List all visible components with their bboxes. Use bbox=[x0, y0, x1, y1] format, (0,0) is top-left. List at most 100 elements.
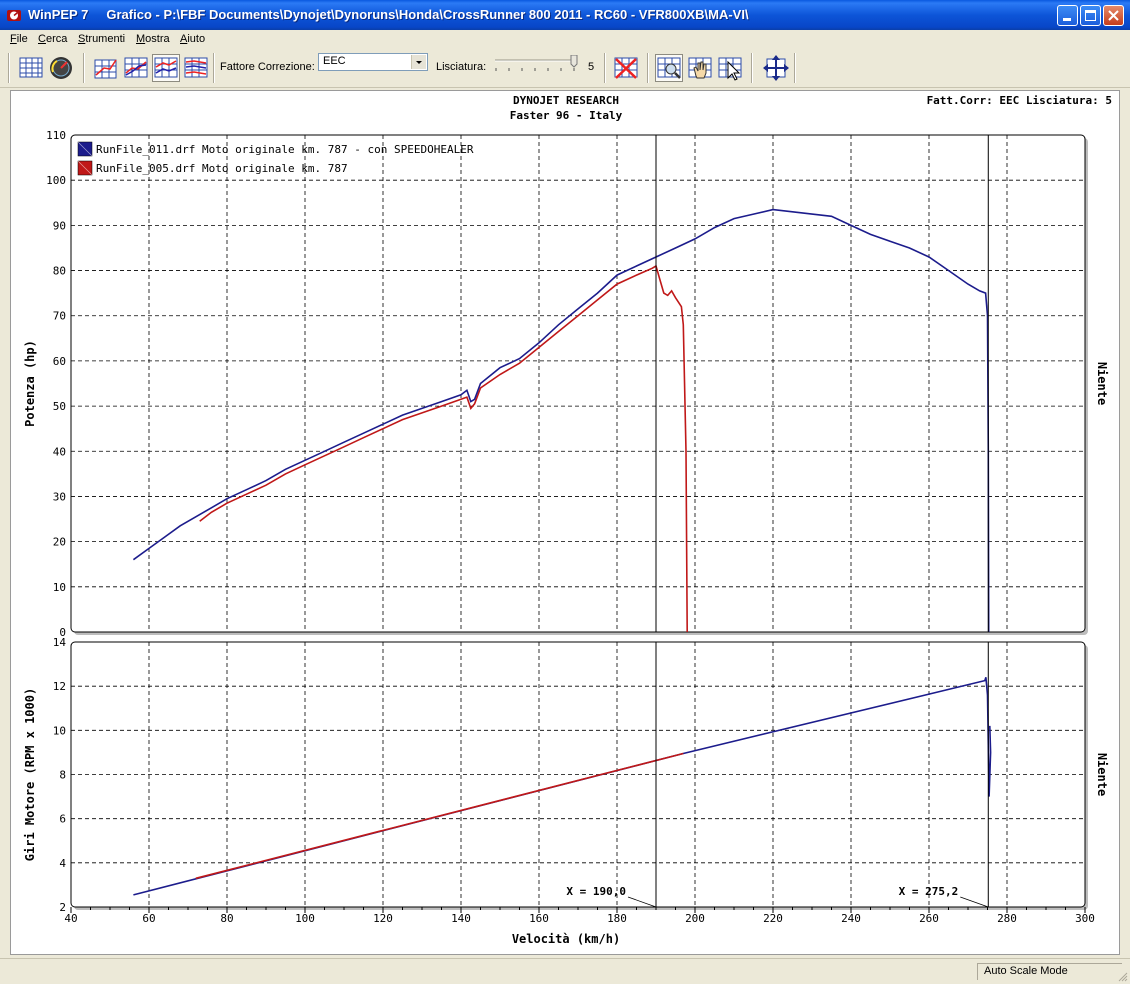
chart-multi-icon bbox=[184, 57, 208, 78]
chart-3d-icon bbox=[94, 59, 117, 79]
y-tick-label: 90 bbox=[53, 219, 66, 232]
dropdown-arrow-button[interactable] bbox=[411, 55, 426, 69]
right-axis-label: Niente bbox=[1095, 362, 1109, 405]
title-bar: WinPEP 7 Grafico - P:\FBF Documents\Dyno… bbox=[0, 0, 1130, 30]
winpep-app-icon bbox=[7, 10, 21, 21]
y-tick-label: 50 bbox=[53, 400, 66, 413]
x-tick-label: 40 bbox=[64, 912, 77, 925]
toolbar-separator bbox=[647, 53, 649, 83]
legend-label: RunFile_005.drf Moto originale km. 787 bbox=[96, 162, 348, 175]
dyno-chart: DYNOJET RESEARCH Faster 96 - Italy Fatt.Co… bbox=[23, 94, 1112, 946]
right-axis-label: Niente bbox=[1095, 753, 1109, 796]
x-tick-label: 300 bbox=[1075, 912, 1095, 925]
rpm-chart: 2468101214Giri Motore (RPM x 1000) Niente bbox=[23, 636, 1109, 914]
fattore-correzione-value: EEC bbox=[323, 55, 346, 67]
toolbar-separator bbox=[751, 53, 753, 83]
auto-scale-button[interactable] bbox=[762, 54, 790, 82]
y-tick-label: 60 bbox=[53, 355, 66, 368]
move-arrows-icon bbox=[763, 55, 789, 81]
resize-grip-icon[interactable] bbox=[1116, 970, 1128, 982]
menu-aiuto[interactable]: Aiuto bbox=[180, 33, 205, 45]
legend-label: RunFile_011.drf Moto originale km. 787 -… bbox=[96, 143, 474, 156]
delete-chart-icon bbox=[614, 57, 638, 79]
chart-type-4-button[interactable] bbox=[182, 54, 210, 82]
y-tick-label: 100 bbox=[46, 174, 66, 187]
minimize-button[interactable] bbox=[1057, 5, 1078, 26]
chart-header-subtitle: Faster 96 - Italy bbox=[510, 109, 623, 122]
chart-overlay-icon bbox=[154, 57, 178, 78]
menu-mostra[interactable]: Mostra bbox=[136, 33, 170, 45]
chart-panel: DYNOJET RESEARCH Faster 96 - Italy Fatt.Co… bbox=[10, 90, 1120, 955]
y-tick-label: 10 bbox=[53, 724, 66, 737]
chart-header-settings: Fatt.Corr: EEC Lisciatura: 5 bbox=[927, 94, 1112, 107]
select-tool-button[interactable] bbox=[716, 54, 744, 82]
x-tick-label: 220 bbox=[763, 912, 783, 925]
y-tick-label: 70 bbox=[53, 310, 66, 323]
y-tick-label: 10 bbox=[53, 581, 66, 594]
maximize-icon bbox=[1085, 10, 1096, 21]
chart-type-2-button[interactable] bbox=[122, 54, 150, 82]
clear-chart-button[interactable] bbox=[612, 54, 640, 82]
y-axis-title: Giri Motore (RPM x 1000) bbox=[23, 688, 37, 861]
x-tick-label: 160 bbox=[529, 912, 549, 925]
chart-line-icon bbox=[124, 57, 148, 78]
x-tick-label: 260 bbox=[919, 912, 939, 925]
y-tick-label: 80 bbox=[53, 265, 66, 278]
y-axis-title: Potenza (hp) bbox=[23, 340, 37, 427]
chart-header-title: DYNOJET RESEARCH bbox=[513, 94, 619, 107]
menu-file[interactable]: File bbox=[10, 33, 28, 45]
chevron-down-icon bbox=[416, 61, 422, 64]
zoom-tool-button[interactable] bbox=[655, 54, 683, 82]
x-axis-title: Velocità (km/h) bbox=[512, 932, 620, 946]
y-tick-label: 12 bbox=[53, 680, 66, 693]
chart-type-3-button[interactable] bbox=[152, 54, 180, 82]
pointer-chart-icon bbox=[718, 57, 742, 81]
x-tick-label: 80 bbox=[220, 912, 233, 925]
chart-type-1-button[interactable] bbox=[92, 54, 120, 82]
fattore-correzione-label: Fattore Correzione: bbox=[220, 61, 315, 73]
status-mode: Auto Scale Mode bbox=[977, 963, 1122, 980]
grid-chart-icon bbox=[19, 57, 43, 78]
grid-view-button[interactable] bbox=[17, 54, 45, 82]
x-tick-label: 280 bbox=[997, 912, 1017, 925]
fattore-correzione-select[interactable]: EEC bbox=[318, 53, 428, 71]
toolbar-separator bbox=[213, 53, 215, 83]
y-tick-label: 40 bbox=[53, 445, 66, 458]
hand-icon bbox=[688, 57, 712, 79]
zoom-chart-icon bbox=[657, 57, 681, 79]
cursor-a-label: X = 190,0 bbox=[566, 885, 626, 898]
status-bar: Auto Scale Mode bbox=[0, 958, 1130, 984]
x-tick-label: 100 bbox=[295, 912, 315, 925]
toolbar-separator bbox=[794, 53, 796, 83]
maximize-button[interactable] bbox=[1080, 5, 1101, 26]
window-title: WinPEP 7 Grafico - P:\FBF Documents\Dyno… bbox=[28, 7, 749, 22]
pan-tool-button[interactable] bbox=[686, 54, 714, 82]
x-tick-label: 120 bbox=[373, 912, 393, 925]
y-tick-label: 8 bbox=[59, 769, 66, 782]
power-chart-plot-area bbox=[70, 134, 1086, 633]
lisciatura-value: 5 bbox=[588, 61, 595, 73]
lisciatura-label: Lisciatura: bbox=[436, 61, 487, 73]
slider-thumb[interactable] bbox=[570, 55, 578, 68]
toolbar-separator bbox=[604, 53, 606, 83]
minimize-icon bbox=[1063, 18, 1071, 21]
y-tick-label: 30 bbox=[53, 490, 66, 503]
menu-strumenti[interactable]: Strumenti bbox=[78, 33, 125, 45]
x-tick-label: 140 bbox=[451, 912, 471, 925]
x-tick-label: 60 bbox=[142, 912, 155, 925]
power-chart: 0102030405060708090100110Potenza (hp) Nie… bbox=[23, 129, 1109, 639]
y-tick-label: 4 bbox=[59, 857, 66, 870]
lisciatura-slider[interactable] bbox=[493, 55, 579, 75]
close-icon bbox=[1108, 10, 1119, 21]
y-tick-label: 20 bbox=[53, 536, 66, 549]
toolbar-separator bbox=[83, 53, 85, 83]
gauge-button[interactable] bbox=[47, 54, 75, 82]
y-tick-label: 14 bbox=[53, 636, 67, 649]
x-tick-label: 180 bbox=[607, 912, 627, 925]
y-tick-label: 6 bbox=[59, 813, 66, 826]
menu-cerca[interactable]: Cerca bbox=[38, 33, 67, 45]
cursor-b-label: X = 275,2 bbox=[899, 885, 959, 898]
gauge-icon bbox=[50, 57, 72, 79]
close-button[interactable] bbox=[1103, 5, 1124, 26]
y-tick-label: 110 bbox=[46, 129, 66, 142]
